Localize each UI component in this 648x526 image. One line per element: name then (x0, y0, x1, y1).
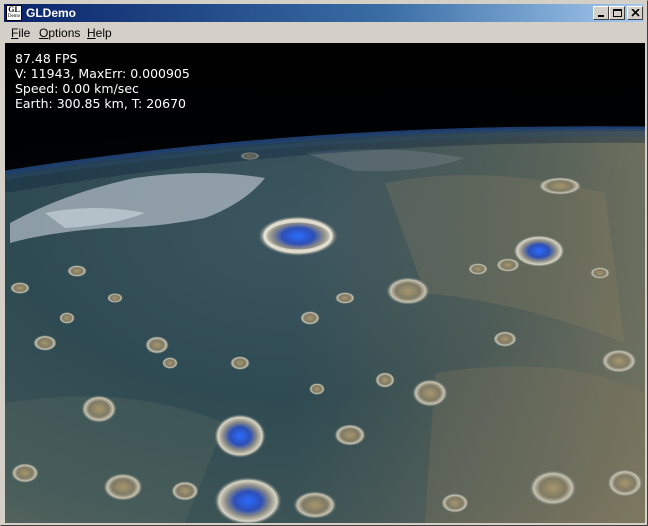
menu-options[interactable]: Options (39, 26, 80, 40)
app-icon-text-top: GL (8, 5, 20, 14)
menu-options-accel: O (39, 26, 49, 40)
menu-file-label: ile (18, 26, 31, 40)
planet-surface-render (5, 43, 645, 523)
vertex-error-readout: V: 11943, MaxErr: 0.000905 (15, 66, 190, 81)
menu-options-label: ptions (48, 26, 81, 40)
menu-bar: File Options Help (4, 23, 644, 42)
minimize-icon (598, 15, 604, 17)
fps-readout: 87.48 FPS (15, 51, 78, 66)
speed-readout: Speed: 0.00 km/sec (15, 81, 139, 96)
menu-help-accel: H (87, 26, 96, 40)
window-title: GLDemo (26, 6, 77, 20)
maximize-icon (613, 9, 622, 17)
app-icon[interactable]: GL Demo (6, 5, 22, 21)
menu-help-label: elp (95, 26, 112, 40)
app-window: GL Demo GLDemo File Options Help 87.48 F… (0, 0, 648, 526)
hud-overlay: 87.48 FPS V: 11943, MaxErr: 0.000905 Spe… (15, 51, 190, 111)
maximize-button[interactable] (609, 6, 625, 20)
close-icon (631, 9, 640, 17)
app-icon-text-bottom: Demo (7, 14, 21, 19)
menu-file[interactable]: File (11, 26, 30, 40)
menu-help[interactable]: Help (87, 26, 112, 40)
title-bar[interactable]: GL Demo GLDemo (4, 4, 644, 22)
minimize-button[interactable] (593, 6, 609, 20)
altitude-readout: Earth: 300.85 km, T: 20670 (15, 96, 186, 111)
gl-viewport[interactable]: 87.48 FPS V: 11943, MaxErr: 0.000905 Spe… (5, 43, 645, 523)
close-button[interactable] (627, 6, 643, 20)
